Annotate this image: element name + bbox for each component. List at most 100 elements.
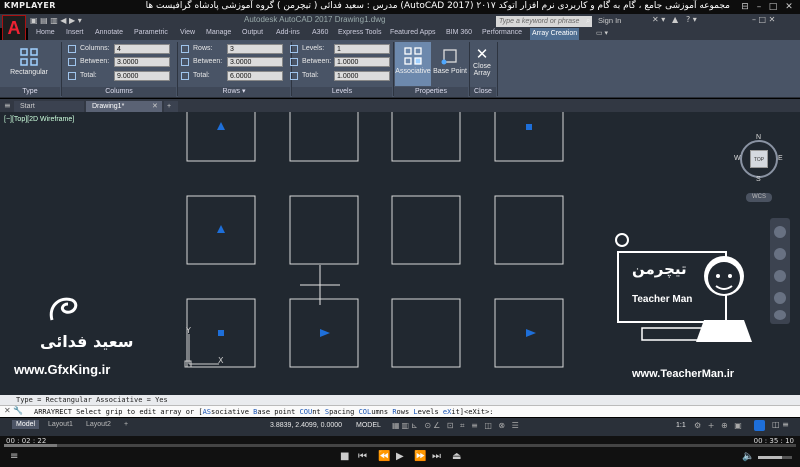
compass-east[interactable]: E (778, 155, 783, 162)
tab-featured-apps[interactable]: Featured Apps (388, 29, 438, 36)
showmotion-icon[interactable] (774, 310, 786, 320)
drawing-canvas[interactable]: [−][Top][2D Wireframe] Y X TOP N S E W W… (0, 112, 800, 395)
associative-button[interactable]: Associative (395, 42, 431, 86)
rewind-icon[interactable]: ⏪ (378, 451, 390, 462)
tab-insert[interactable]: Insert (64, 29, 86, 36)
tab-drawing1[interactable]: Drawing1* (86, 101, 162, 112)
tab-a360[interactable]: A360 (310, 29, 330, 36)
level-total-input[interactable]: 1.0000 (334, 71, 390, 81)
compass-north[interactable]: N (756, 134, 761, 141)
tab-manage[interactable]: Manage (204, 29, 233, 36)
tab-parametric[interactable]: Parametric (132, 29, 170, 36)
rows-count-input[interactable]: 3 (227, 44, 283, 54)
viewcube-top-face[interactable]: TOP (750, 150, 768, 168)
close-icon[interactable]: ✕ (784, 2, 794, 12)
array-item[interactable] (494, 112, 564, 162)
tab-output[interactable]: Output (240, 29, 265, 36)
new-tab-button[interactable]: + (164, 101, 178, 112)
option-key[interactable]: AS (203, 408, 211, 416)
row-spacing-grip[interactable] (217, 225, 225, 233)
array-item[interactable] (391, 112, 461, 162)
play-icon[interactable]: ▶ (396, 451, 404, 462)
ribbon-toggle-icon[interactable]: ▭ ▾ (594, 29, 610, 37)
search-icon[interactable]: ⌕ (586, 16, 590, 26)
workspace-toggles[interactable]: ⚙ + ⊕ ▣ (694, 421, 744, 430)
viewcube[interactable]: TOP N S E W (734, 134, 784, 184)
next-icon[interactable]: ⏭ (432, 451, 441, 462)
seek-bar[interactable] (4, 444, 796, 447)
stop-icon[interactable]: ■ (340, 451, 349, 462)
customize-icon[interactable]: ✕ 🔧 (4, 406, 23, 415)
volume-icon[interactable]: 🔈 (742, 451, 754, 462)
column-between-input[interactable]: 3.0000 (114, 57, 170, 67)
minimize-icon[interactable]: – (754, 2, 764, 12)
tab-performance[interactable]: Performance (480, 29, 524, 36)
customize-status-icon[interactable]: ◫ ≡ (772, 420, 789, 429)
previous-icon[interactable]: ⏮ (358, 451, 367, 462)
tab-layout1[interactable]: Layout1 (44, 420, 77, 429)
compass-south[interactable]: S (756, 176, 761, 183)
drafting-toggles[interactable]: ▦▥⊾ ⊙∠ ⊡ ⌗ ≡ ◫ ⊗ ☰ (392, 421, 521, 431)
steering-wheel-icon[interactable] (774, 226, 786, 238)
array-item[interactable] (494, 195, 564, 265)
tab-array-creation[interactable]: Array Creation (530, 28, 580, 40)
column-spacing-grip[interactable] (320, 329, 330, 337)
tab-model[interactable]: Model (12, 420, 40, 429)
search-input[interactable]: Type a keyword or phrase (496, 16, 592, 27)
base-point-button[interactable]: Base Point (432, 42, 468, 86)
array-item[interactable] (289, 195, 359, 265)
level-between-input[interactable]: 1.0000 (334, 57, 390, 67)
option-key[interactable]: COL (359, 408, 372, 416)
pin-icon[interactable]: ⊟ (740, 2, 750, 12)
option-key[interactable]: COU (300, 408, 313, 416)
rectangular-button[interactable]: Rectangular (6, 48, 52, 84)
tab-express-tools[interactable]: Express Tools (336, 29, 383, 36)
array-item[interactable] (289, 112, 359, 162)
chevron-down-icon[interactable]: ▾ (242, 88, 246, 95)
array-item[interactable] (186, 112, 256, 162)
add-layout-button[interactable]: + (120, 420, 132, 429)
tab-home[interactable]: Home (34, 29, 57, 36)
window-controls[interactable]: – □ ✕ (752, 15, 775, 24)
tab-add-ins[interactable]: Add-ins (274, 29, 302, 36)
tab-annotate[interactable]: Annotate (93, 29, 125, 36)
sign-in-button[interactable]: Sign In (598, 16, 621, 25)
total-grip[interactable] (526, 124, 532, 130)
array-item[interactable] (391, 298, 461, 368)
pan-icon[interactable] (774, 248, 786, 260)
autocad-logo[interactable]: A (2, 15, 26, 41)
tab-layout2[interactable]: Layout2 (82, 420, 115, 429)
exchange-icon[interactable]: ✕ ▾ (652, 15, 665, 24)
column-count-grip[interactable] (526, 329, 536, 337)
eject-icon[interactable]: ⏏ (452, 451, 461, 462)
close-array-button[interactable]: ✕ Close Array (470, 42, 494, 86)
quick-access-toolbar[interactable]: ▣ ▤ ▥ ◀ ▶ ▾ (30, 16, 82, 25)
isolate-objects-icon[interactable] (754, 420, 765, 431)
levels-count-input[interactable]: 1 (334, 44, 390, 54)
tab-start[interactable]: Start (14, 101, 84, 112)
close-tab-icon[interactable]: ✕ (152, 102, 158, 110)
tab-view[interactable]: View (178, 29, 197, 36)
row-total-input[interactable]: 6.0000 (227, 71, 283, 81)
orbit-icon[interactable] (774, 292, 786, 304)
help-icon[interactable]: ? ▾ (686, 15, 697, 24)
compass-west[interactable]: W (734, 155, 741, 162)
base-point-grip[interactable] (218, 330, 224, 336)
tab-bim360[interactable]: BIM 360 (444, 29, 474, 36)
row-between-input[interactable]: 3.0000 (227, 57, 283, 67)
maximize-icon[interactable]: □ (768, 2, 778, 12)
a360-icon[interactable]: ▲ (672, 15, 678, 24)
command-line[interactable]: ✕ 🔧 ARRAYRECT Select grip to edit array … (0, 405, 800, 417)
menu-icon[interactable]: ≡ (10, 451, 18, 462)
model-space-button[interactable]: MODEL (356, 422, 381, 429)
wcs-menu[interactable]: WCS (746, 193, 772, 202)
zoom-icon[interactable] (774, 270, 786, 282)
volume-slider[interactable] (758, 456, 792, 459)
column-total-input[interactable]: 9.0000 (114, 71, 170, 81)
annotation-scale[interactable]: 1:1 (676, 422, 686, 429)
columns-count-input[interactable]: 4 (114, 44, 170, 54)
fast-forward-icon[interactable]: ⏩ (414, 451, 426, 462)
menu-icon[interactable]: ≡ (4, 101, 11, 110)
array-item[interactable] (391, 195, 461, 265)
row-count-grip[interactable] (217, 122, 225, 130)
